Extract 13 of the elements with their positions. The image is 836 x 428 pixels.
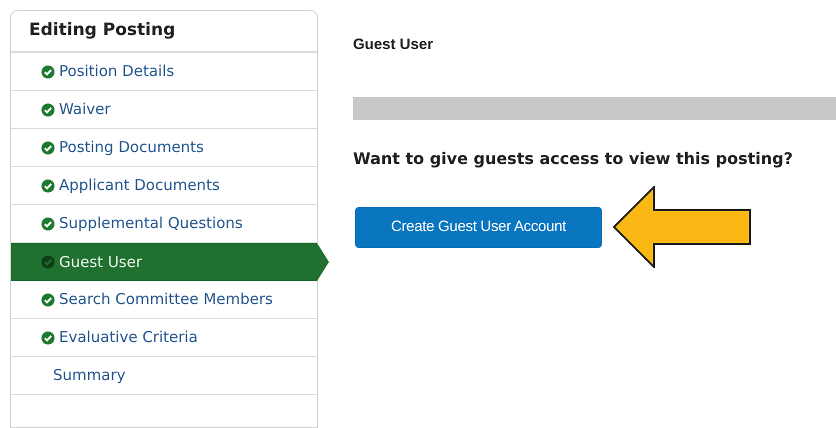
check-circle-icon [41,216,55,230]
check-circle-icon [41,64,55,78]
arrow-icon [612,186,751,268]
check-circle-icon [41,330,55,344]
question-text: Want to give guests access to view this posting? [353,148,793,170]
check-circle-icon [41,178,55,192]
check-circle-icon [41,140,55,154]
check-circle-icon [41,292,55,306]
sidebar-item[interactable]: Guest User [11,243,329,281]
create-guest-user-account-button[interactable]: Create Guest User Account [355,206,602,248]
check-circle-icon [41,255,55,269]
check-circle-icon [41,102,55,116]
section-title: Guest User [353,35,434,55]
